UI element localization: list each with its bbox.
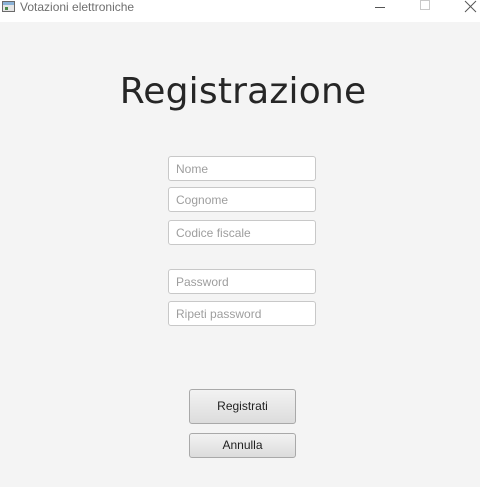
maximize-button[interactable] bbox=[402, 0, 448, 14]
cancel-button[interactable]: Annulla bbox=[189, 433, 296, 458]
title-bar[interactable]: Votazioni elettroniche bbox=[0, 0, 480, 22]
repeat-password-field[interactable] bbox=[168, 301, 316, 326]
window-title: Votazioni elettroniche bbox=[20, 0, 135, 14]
register-button[interactable]: Registrati bbox=[189, 389, 296, 424]
password-field[interactable] bbox=[168, 269, 316, 294]
minimize-icon bbox=[375, 7, 385, 8]
cognome-field[interactable] bbox=[168, 187, 316, 212]
app-icon bbox=[2, 1, 15, 12]
codice-fiscale-field[interactable] bbox=[168, 220, 316, 245]
app-window: Votazioni elettroniche Registrazione Reg… bbox=[0, 0, 480, 487]
maximize-icon bbox=[420, 0, 430, 10]
close-button[interactable] bbox=[446, 0, 480, 14]
minimize-button[interactable] bbox=[358, 0, 404, 14]
close-icon bbox=[464, 0, 477, 13]
nome-field[interactable] bbox=[168, 156, 316, 181]
page-title: Registrazione bbox=[119, 71, 367, 112]
